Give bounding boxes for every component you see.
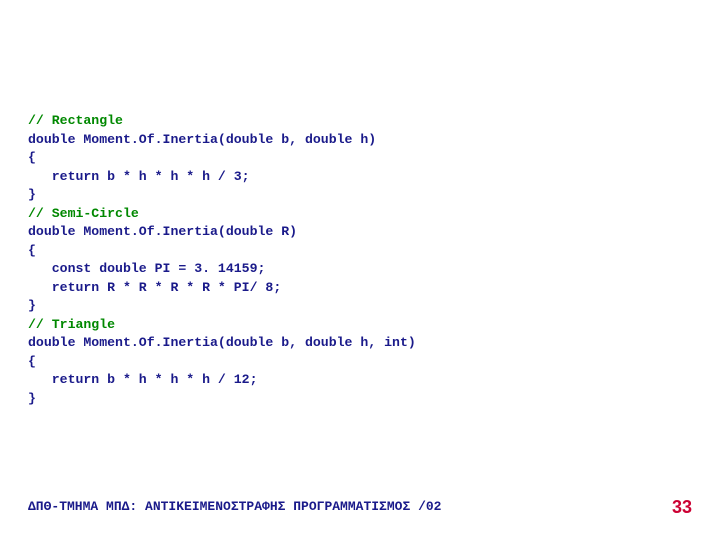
code-comment-triangle: // Triangle (28, 316, 688, 335)
code-line: { (28, 353, 688, 372)
code-line: double Moment.Of.Inertia(double R) (28, 223, 688, 242)
code-line: { (28, 149, 688, 168)
code-block: // Rectangle double Moment.Of.Inertia(do… (28, 112, 688, 408)
slide-footer: ΔΠΘ-ΤΜΗΜΑ ΜΠΔ: ΑΝΤΙΚΕΙΜΕΝΟΣΤΡΑΦΗΣ ΠΡΟΓΡΑ… (28, 499, 441, 514)
code-line: const double PI = 3. 14159; (28, 260, 688, 279)
code-line: { (28, 242, 688, 261)
code-line: return R * R * R * R * PI/ 8; (28, 279, 688, 298)
code-line: } (28, 297, 688, 316)
code-comment-rectangle: // Rectangle (28, 112, 688, 131)
code-line: return b * h * h * h / 12; (28, 371, 688, 390)
code-line: } (28, 390, 688, 409)
code-comment-semicircle: // Semi-Circle (28, 205, 688, 224)
page-number: 33 (672, 497, 692, 518)
code-line: double Moment.Of.Inertia(double b, doubl… (28, 131, 688, 150)
code-line: return b * h * h * h / 3; (28, 168, 688, 187)
code-line: } (28, 186, 688, 205)
code-line: double Moment.Of.Inertia(double b, doubl… (28, 334, 688, 353)
